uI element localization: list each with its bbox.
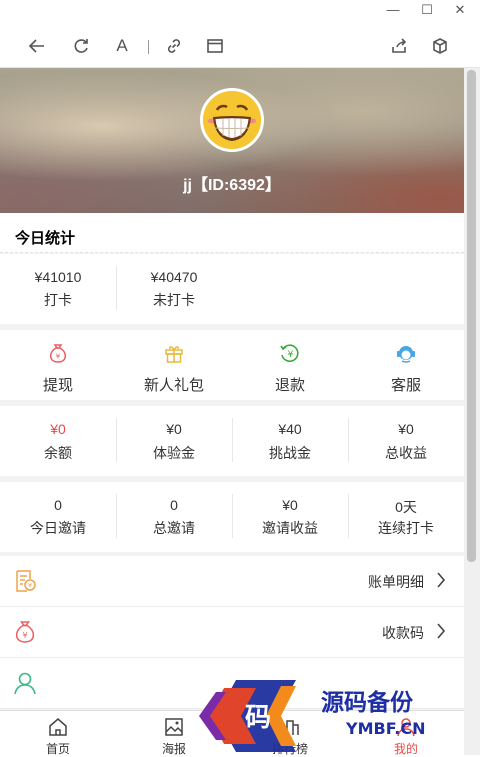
- arrow-left-icon: [28, 39, 44, 53]
- money-bag-icon: ¥: [49, 344, 67, 363]
- customer-service-icon: [397, 346, 415, 363]
- chevron-right-icon: [437, 572, 446, 588]
- svg-text:¥: ¥: [288, 350, 294, 360]
- minimize-button[interactable]: —: [383, 2, 403, 18]
- window-button[interactable]: [204, 35, 226, 57]
- text-size-button[interactable]: A: [111, 35, 133, 57]
- invite-value: ¥0: [282, 497, 298, 513]
- action-label: 新人礼包: [143, 377, 204, 394]
- link-button[interactable]: [163, 35, 185, 57]
- stat-label: 打卡: [44, 292, 72, 308]
- balance-value: ¥0: [398, 421, 414, 437]
- window-icon: [207, 39, 223, 53]
- package-button[interactable]: [429, 35, 451, 57]
- toolbar-divider: [148, 40, 149, 54]
- close-button[interactable]: ✕: [450, 2, 470, 18]
- invite-value: 0: [170, 497, 178, 513]
- balance-cell[interactable]: ¥0 余额: [0, 406, 116, 476]
- money-bag-icon: ¥: [15, 621, 35, 643]
- balance-label: 体验金: [153, 445, 195, 461]
- action-withdraw[interactable]: ¥ 提现: [0, 330, 116, 400]
- window-title-bar: — ☐ ✕: [0, 0, 480, 22]
- tab-home[interactable]: 首页: [0, 711, 116, 756]
- refresh-button[interactable]: [70, 35, 92, 57]
- stat-label: 未打卡: [153, 292, 195, 308]
- svg-text:¥: ¥: [56, 353, 61, 361]
- svg-text:¥: ¥: [28, 582, 32, 590]
- total-earnings-cell[interactable]: ¥0 总收益: [348, 406, 464, 476]
- quick-actions: ¥ 提现 新人礼包 ¥ 退款 客服: [0, 330, 464, 400]
- balance-label: 余额: [44, 445, 72, 461]
- balance-value: ¥0: [166, 421, 182, 437]
- total-invites-cell[interactable]: 0 总邀请: [116, 482, 232, 552]
- user-icon: [14, 672, 36, 695]
- balance-label: 总收益: [385, 445, 427, 461]
- menu-payment-code[interactable]: ¥ 收款码: [0, 607, 464, 658]
- page-content: jj【ID:6392】 今日统计 ¥41010 打卡 ¥40470 未打卡 ¥ …: [0, 68, 464, 755]
- cube-icon: [433, 38, 447, 54]
- today-stats-title: 今日统计: [0, 213, 464, 253]
- stat-not-checked-in: ¥40470 未打卡: [116, 254, 232, 324]
- menu-bill-details[interactable]: ¥ 账单明细: [0, 556, 464, 607]
- refresh-icon: [74, 39, 88, 53]
- image-icon: [165, 718, 183, 736]
- watermark-badge: 码: [245, 703, 271, 733]
- menu-label: 账单明细: [368, 574, 424, 590]
- stat-checked-in: ¥41010 打卡: [0, 254, 116, 324]
- home-icon: [49, 718, 67, 736]
- action-label: 退款: [274, 377, 305, 394]
- avatar[interactable]: [200, 88, 264, 152]
- stat-value: ¥40470: [150, 269, 198, 285]
- action-refund[interactable]: ¥ 退款: [232, 330, 348, 400]
- username: jj【ID:6392】: [183, 177, 281, 194]
- tab-label: 首页: [45, 742, 70, 756]
- menu-label: 收款码: [382, 625, 424, 641]
- balance-row: ¥0 余额 ¥0 体验金 ¥40 挑战金 ¥0 总收益: [0, 406, 464, 476]
- invite-value: 0天: [395, 499, 417, 515]
- chevron-right-icon: [437, 623, 446, 639]
- invite-row: 0 今日邀请 0 总邀请 ¥0 邀请收益 0天 连续打卡: [0, 482, 464, 552]
- browser-toolbar: A: [0, 22, 480, 68]
- share-button[interactable]: [388, 35, 410, 57]
- profile-header: jj【ID:6392】: [0, 68, 464, 213]
- invite-label: 今日邀请: [30, 520, 86, 536]
- today-invites-cell[interactable]: 0 今日邀请: [0, 482, 116, 552]
- balance-label: 挑战金: [269, 445, 311, 461]
- grinning-face-icon: [203, 91, 261, 149]
- gift-icon: [165, 346, 183, 363]
- today-stats-row: ¥41010 打卡 ¥40470 未打卡: [0, 254, 464, 324]
- invite-label: 邀请收益: [262, 520, 318, 536]
- invite-label: 总邀请: [153, 520, 195, 536]
- stat-value: ¥41010: [34, 269, 82, 285]
- scrollbar-thumb[interactable]: [467, 70, 476, 562]
- watermark-title: 源码备份: [321, 689, 414, 716]
- checkin-streak-cell[interactable]: 0天 连续打卡: [348, 482, 464, 552]
- svg-text:¥: ¥: [22, 631, 27, 640]
- maximize-button[interactable]: ☐: [417, 2, 437, 18]
- invite-earnings-cell[interactable]: ¥0 邀请收益: [232, 482, 348, 552]
- refund-icon: ¥: [280, 344, 299, 362]
- challenge-fund-cell[interactable]: ¥40 挑战金: [232, 406, 348, 476]
- action-label: 提现: [42, 377, 73, 394]
- trial-fund-cell[interactable]: ¥0 体验金: [116, 406, 232, 476]
- invite-label: 连续打卡: [378, 520, 434, 536]
- watermark-logo: 码 源码备份 YMBF.CN: [199, 680, 426, 752]
- action-newbie-gift[interactable]: 新人礼包: [116, 330, 232, 400]
- action-label: 客服: [390, 377, 421, 394]
- back-button[interactable]: [26, 35, 48, 57]
- watermark-url: YMBF.CN: [345, 719, 426, 738]
- balance-value: ¥0: [50, 421, 66, 437]
- invite-value: 0: [54, 497, 62, 513]
- balance-value: ¥40: [278, 421, 302, 437]
- action-customer-service[interactable]: 客服: [348, 330, 464, 400]
- bill-icon: ¥: [16, 570, 36, 592]
- link-icon: [167, 39, 181, 53]
- share-icon: [392, 38, 407, 53]
